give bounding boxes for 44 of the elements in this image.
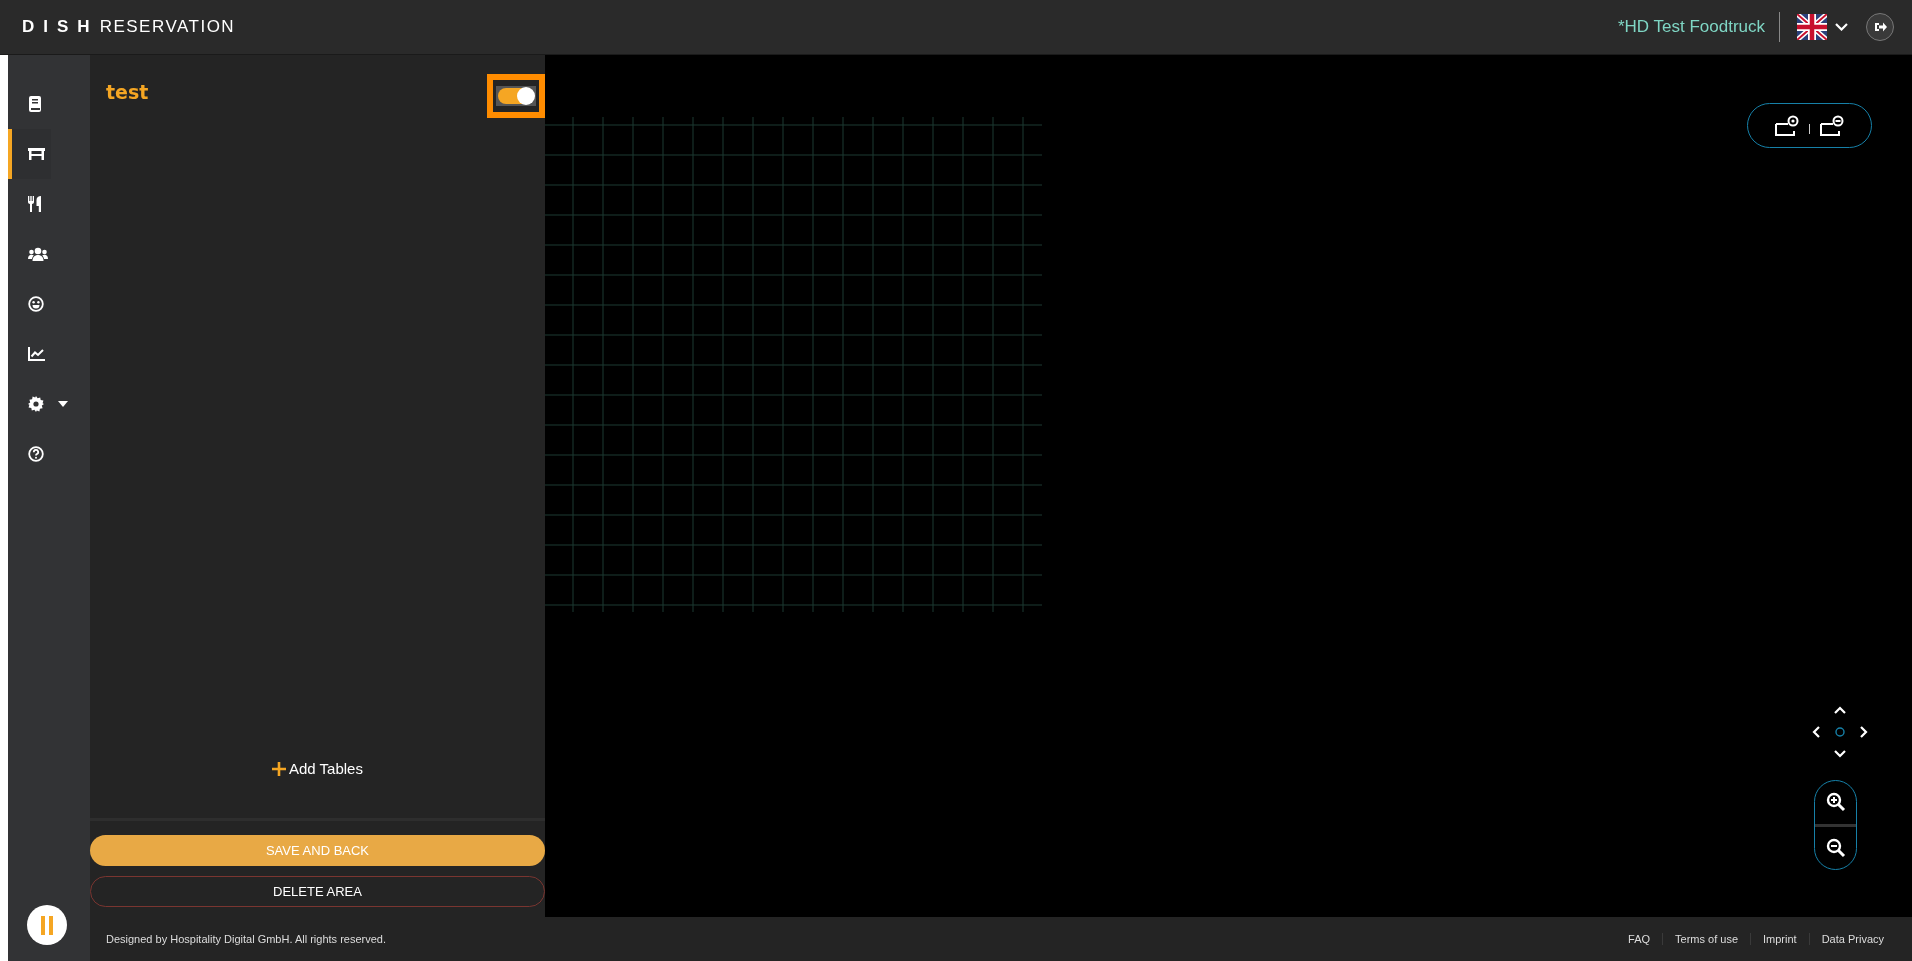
chevron-down-icon: [1834, 750, 1846, 758]
settings-icon: [28, 396, 44, 412]
brand-name: RESERVATION: [99, 17, 236, 37]
footer-link[interactable]: FAQ: [1616, 933, 1663, 945]
caret-down-icon: [58, 401, 68, 407]
footer-link[interactable]: Data Privacy: [1808, 933, 1896, 945]
users-icon: [28, 247, 48, 261]
pause-icon: [41, 915, 53, 935]
zoom-out-icon: [1825, 837, 1846, 858]
add-tables-button[interactable]: Add Tables: [272, 760, 363, 777]
logout-icon: [1873, 21, 1887, 33]
language-selector[interactable]: [1797, 14, 1848, 40]
pan-down-button[interactable]: [1834, 750, 1846, 758]
pause-button[interactable]: [27, 905, 67, 945]
zoom-in-frame-button[interactable]: [1775, 114, 1799, 137]
chevron-up-icon: [1834, 706, 1846, 714]
chevron-down-icon: [1835, 23, 1848, 31]
footer-link[interactable]: Terms of use: [1662, 933, 1750, 945]
chevron-right-icon: [1860, 726, 1868, 738]
footer-link[interactable]: Imprint: [1750, 933, 1809, 945]
frame-minus-icon: [1820, 114, 1844, 137]
book-icon: [28, 96, 42, 112]
pan-up-button[interactable]: [1834, 706, 1846, 714]
zoom-out-frame-button[interactable]: [1820, 114, 1844, 137]
chevron-left-icon: [1812, 726, 1820, 738]
zoom-in-icon: [1825, 792, 1846, 813]
area-title: test: [106, 81, 149, 103]
circle-icon: [1835, 727, 1845, 737]
brand-logo: DISH: [22, 17, 99, 37]
pan-right-button[interactable]: [1860, 726, 1868, 738]
utensils-icon: [28, 196, 42, 212]
smiley-icon: [28, 296, 44, 312]
line-chart-icon: [28, 347, 45, 361]
help-icon: [28, 446, 44, 462]
nav-item[interactable]: [8, 129, 51, 179]
table-icon: [28, 148, 45, 160]
center-button[interactable]: [1835, 727, 1845, 737]
copyright-text: Designed by Hospitality Digital GmbH. All rights reserved.: [106, 933, 386, 945]
frame-plus-icon: [1775, 114, 1799, 137]
logout-button[interactable]: [1866, 13, 1894, 41]
restaurant-name[interactable]: *HD Test Foodtruck: [1617, 12, 1780, 42]
pan-left-button[interactable]: [1812, 726, 1820, 738]
plus-icon: [272, 761, 286, 776]
flag-icon: [1797, 14, 1827, 40]
